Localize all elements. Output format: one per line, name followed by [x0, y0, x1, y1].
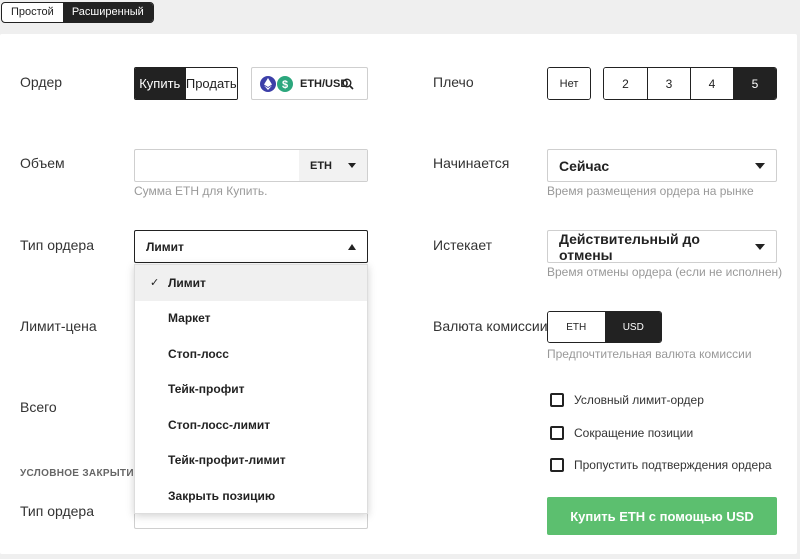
checkbox-skip-confirm[interactable]: Пропустить подтверждения ордера	[550, 458, 772, 472]
order-type-select[interactable]: Лимит	[134, 230, 368, 263]
chevron-up-icon	[348, 243, 356, 250]
dropdown-item-stop-loss[interactable]: Стоп-лосс	[135, 336, 367, 372]
volume-hint: Сумма ETH для Купить.	[134, 184, 268, 198]
expires-value: Действительный до отмены	[559, 230, 700, 263]
expires-select[interactable]: Действительный до отмены	[547, 230, 777, 263]
volume-label: Объем	[20, 155, 65, 171]
limit-price-label: Лимит-цена	[20, 318, 97, 334]
mode-toggle: Простой Расширенный	[1, 2, 154, 23]
dropdown-item-take-profit[interactable]: Тейк-профит	[135, 372, 367, 408]
buy-button[interactable]: Купить	[135, 68, 185, 99]
mode-advanced-button[interactable]: Расширенный	[62, 3, 153, 22]
checkbox-conditional-limit[interactable]: Условный лимит-ордер	[550, 393, 704, 407]
svg-text:$: $	[282, 79, 288, 91]
chevron-down-icon	[755, 243, 765, 250]
leverage-option-2[interactable]: 2	[604, 68, 647, 99]
chevron-down-icon	[755, 162, 765, 169]
search-icon	[342, 78, 354, 90]
checkbox-icon	[550, 426, 564, 440]
leverage-option-4[interactable]: 4	[690, 68, 733, 99]
chevron-down-icon	[348, 163, 356, 168]
submit-buy-button[interactable]: Купить ETH с помощью USD	[547, 497, 777, 535]
leverage-options: 2 3 4 5	[603, 67, 777, 100]
dropdown-item-label: Стоп-лосс	[168, 346, 229, 361]
checkbox-label: Условный лимит-ордер	[574, 393, 704, 407]
starts-label: Начинается	[433, 155, 510, 171]
volume-field: ETH	[134, 149, 368, 182]
leverage-none-button[interactable]: Нет	[548, 68, 590, 99]
conditional-order-type-label: Тип ордера	[20, 503, 95, 519]
starts-select[interactable]: Сейчас	[547, 149, 777, 182]
checkbox-label: Сокращение позиции	[574, 426, 694, 440]
dropdown-item-label: Тейк-профит-лимит	[168, 453, 286, 468]
conditional-close-heading: УСЛОВНОЕ ЗАКРЫТИЕ	[20, 468, 141, 479]
pair-label: ETH/USD	[300, 77, 349, 90]
dropdown-item-take-profit-limit[interactable]: Тейк-профит-лимит	[135, 443, 367, 479]
fee-currency-label: Валюта комиссии	[433, 318, 548, 334]
checkbox-label: Пропустить подтверждения ордера	[574, 458, 772, 472]
leverage-label: Плечо	[433, 74, 474, 90]
fee-currency-toggle: ETH USD	[547, 311, 662, 343]
starts-value: Сейчас	[559, 157, 610, 174]
mode-simple-button[interactable]: Простой	[2, 3, 63, 22]
usd-icon: $	[277, 75, 293, 92]
total-label: Всего	[20, 399, 57, 415]
pair-selector[interactable]: $ ETH/USD	[251, 67, 368, 100]
order-label: Ордер	[20, 74, 63, 90]
dropdown-item-label: Закрыть позицию	[168, 488, 276, 503]
dropdown-item-close-position[interactable]: Закрыть позицию	[135, 478, 367, 514]
volume-input[interactable]	[135, 150, 299, 181]
leverage-none-wrap: Нет	[547, 67, 591, 100]
fee-eth-button[interactable]: ETH	[548, 312, 605, 342]
checkbox-icon	[550, 393, 564, 407]
checkbox-reduce-position[interactable]: Сокращение позиции	[550, 426, 693, 440]
leverage-option-5[interactable]: 5	[733, 68, 776, 99]
order-type-value: Лимит	[146, 239, 184, 254]
dropdown-item-label: Маркет	[168, 311, 211, 326]
buy-sell-toggle: Купить Продать	[134, 67, 238, 100]
volume-currency-label: ETH	[310, 159, 332, 172]
volume-currency-select[interactable]: ETH	[299, 150, 367, 181]
leverage-option-3[interactable]: 3	[647, 68, 690, 99]
fee-currency-hint: Предпочтительная валюта комиссии	[547, 347, 752, 361]
dropdown-item-label: Лимит	[168, 275, 206, 290]
starts-hint: Время размещения ордера на рынке	[547, 184, 754, 198]
dropdown-item-market[interactable]: Маркет	[135, 301, 367, 337]
dropdown-item-stop-loss-limit[interactable]: Стоп-лосс-лимит	[135, 407, 367, 443]
dropdown-item-label: Стоп-лосс-лимит	[168, 417, 271, 432]
order-type-dropdown: ✓ Лимит Маркет Стоп-лосс Тейк-профит Сто…	[134, 264, 368, 514]
order-type-label: Тип ордера	[20, 237, 95, 253]
expires-hint: Время отмены ордера (если не исполнен)	[547, 265, 783, 279]
fee-usd-button[interactable]: USD	[604, 312, 661, 342]
dropdown-item-limit[interactable]: ✓ Лимит	[135, 265, 367, 301]
checkbox-icon	[550, 458, 564, 472]
expires-label: Истекает	[433, 237, 493, 253]
check-icon: ✓	[150, 277, 160, 290]
sell-button[interactable]: Продать	[184, 68, 237, 99]
eth-icon	[260, 75, 276, 92]
dropdown-item-label: Тейк-профит	[168, 382, 245, 397]
